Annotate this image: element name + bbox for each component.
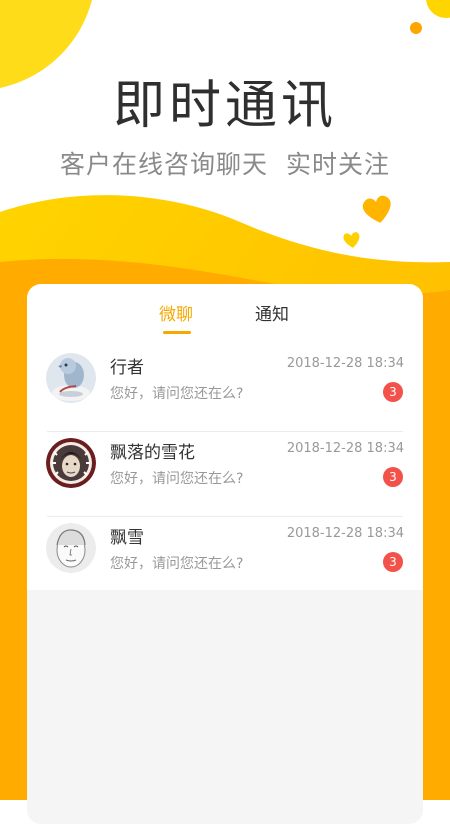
top-right-circle [426,0,450,18]
small-heart-icon [343,232,360,248]
active-tab-indicator [163,331,191,334]
hero-title: 即时通讯 [112,76,337,136]
bird-avatar[interactable] [46,353,96,403]
top-left-blob [0,0,92,88]
conversation-row[interactable]: 行者 2018-12-28 18:34 您好，请问您还在么? 3 [27,346,423,431]
chat-card-content: 微聊 通知 行者 2018-12-28 18:34 您好，请问您还在么? 3 飘… [27,284,423,590]
unread-badge: 3 [383,467,403,487]
conversation-row[interactable]: 飘雪 2018-12-28 18:34 您好，请问您还在么? 3 [27,516,423,601]
message-preview: 您好，请问您还在么? [110,471,244,487]
unread-badge: 3 [383,552,403,572]
message-time: 2018-12-28 18:34 [286,356,404,371]
conversation-row[interactable]: 飘落的雪花 2018-12-28 18:34 您好，请问您还在么? 3 [27,431,423,516]
contact-name: 飘雪 [110,528,144,548]
contact-name: 行者 [110,358,144,378]
hero-section: 即时通讯 客户在线咨询聊天 实时关注 [0,76,450,181]
hero-subtitle: 客户在线咨询聊天 实时关注 [60,150,390,180]
tab-wechat[interactable]: 微聊 [159,300,193,325]
tab-notifications[interactable]: 通知 [255,300,289,325]
top-right-dot [410,22,422,34]
message-preview: 您好，请问您还在么? [110,556,244,572]
tab-bar: 微聊 通知 [27,284,423,346]
chat-card: 微聊 通知 行者 2018-12-28 18:34 您好，请问您还在么? 3 飘… [27,284,423,824]
large-heart-icon [362,195,391,223]
message-time: 2018-12-28 18:34 [286,526,404,541]
sketch-face-avatar[interactable] [46,523,96,573]
man-portrait-avatar[interactable] [46,438,96,488]
unread-badge: 3 [383,382,403,402]
message-preview: 您好，请问您还在么? [110,386,244,402]
contact-name: 飘落的雪花 [110,443,195,463]
message-time: 2018-12-28 18:34 [286,441,404,456]
